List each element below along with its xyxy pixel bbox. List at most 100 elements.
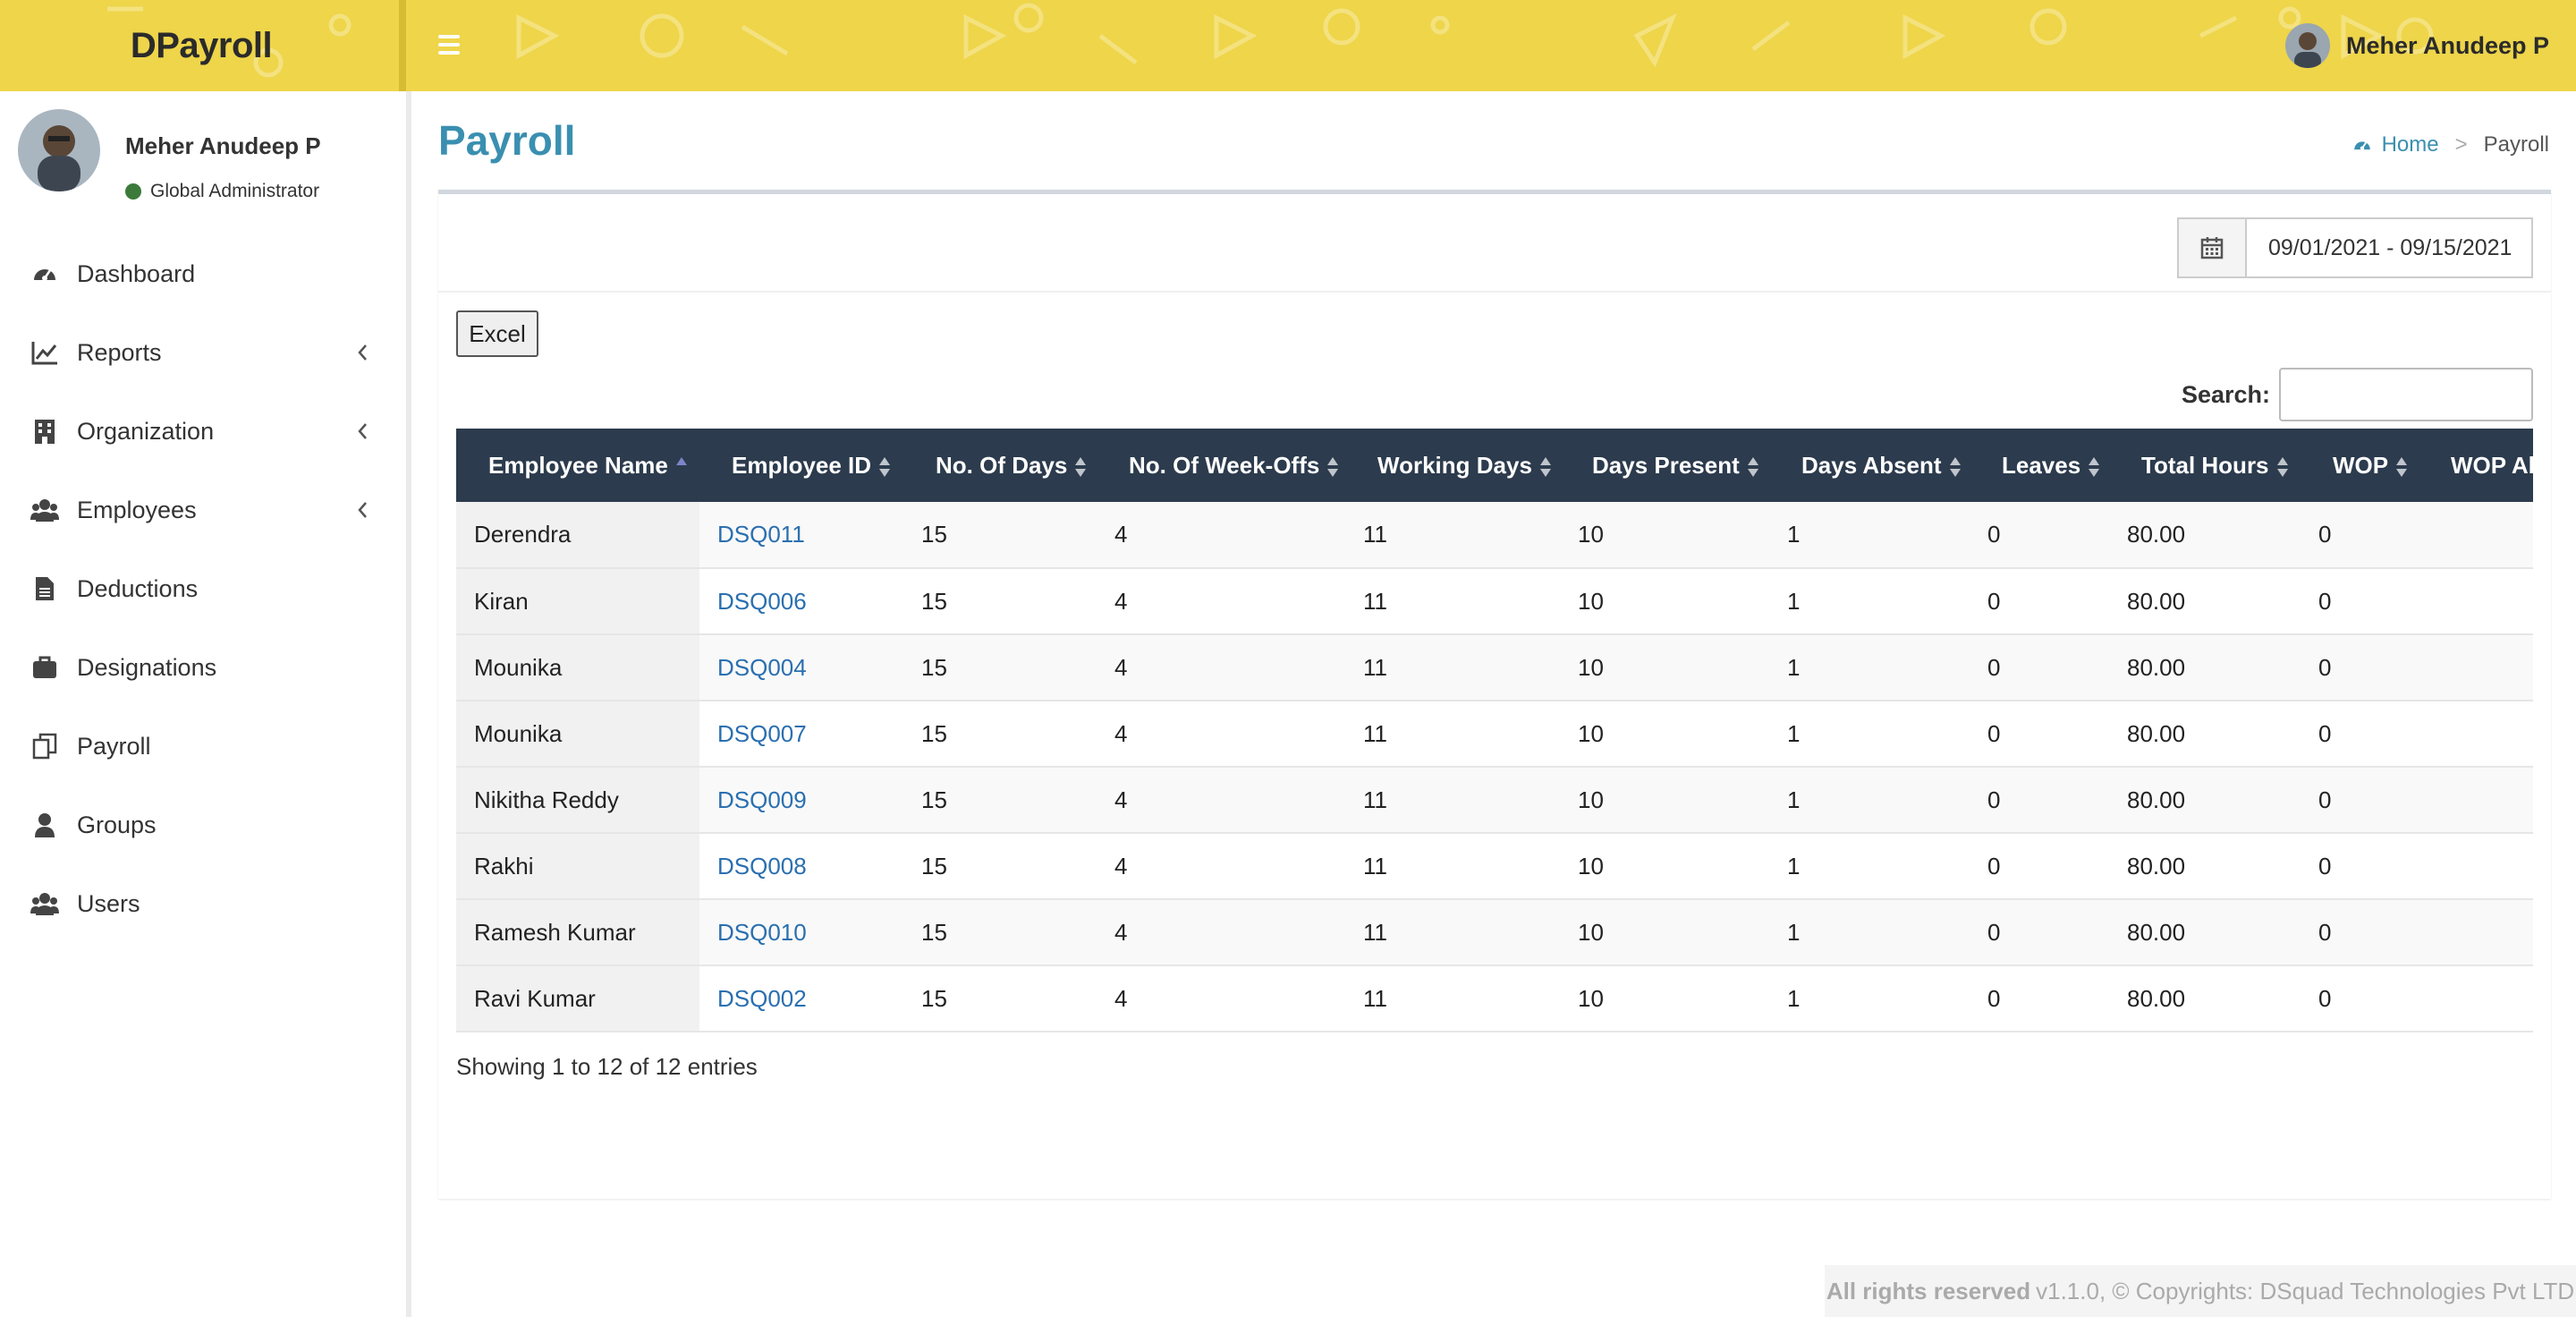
- sidebar-item-designations[interactable]: Designations: [0, 628, 406, 707]
- date-range-input[interactable]: 09/01/2021 - 09/15/2021: [2247, 219, 2531, 276]
- sidebar-item-groups[interactable]: Groups: [0, 786, 406, 864]
- payroll-table-container[interactable]: Employee Name Employee ID No. Of Days No. O…: [456, 429, 2533, 1035]
- excel-export-button[interactable]: Excel: [456, 310, 538, 357]
- brand-logo[interactable]: DPayroll: [0, 0, 402, 91]
- table-cell: DSQ008: [699, 833, 903, 899]
- employee-id-link[interactable]: DSQ006: [717, 588, 807, 615]
- sort-icon: [879, 456, 891, 477]
- table-cell: 80.00: [2127, 786, 2186, 813]
- payroll-table: Employee Name Employee ID No. Of Days No. O…: [456, 429, 2533, 1032]
- table-cell: 15: [921, 918, 947, 946]
- table-cell: Nikitha Reddy: [456, 767, 699, 833]
- employee-id-link[interactable]: DSQ008: [717, 853, 807, 879]
- column-header[interactable]: Leaves: [1970, 429, 2109, 502]
- employee-id-link[interactable]: DSQ010: [717, 919, 807, 946]
- sidebar-item-organization[interactable]: Organization: [0, 392, 406, 471]
- sidebar-item-reports[interactable]: Reports: [0, 313, 406, 392]
- sidebar-item-label: Payroll: [77, 732, 151, 760]
- table-cell: 0: [1987, 786, 2001, 813]
- table-cell: 10: [1578, 918, 1604, 946]
- sort-icon: [1949, 456, 1961, 477]
- employee-id-link[interactable]: DSQ009: [717, 786, 807, 813]
- sidebar-item-label: Reports: [77, 338, 162, 366]
- employee-id-link[interactable]: DSQ004: [717, 654, 807, 681]
- table-row: Nikitha Reddy DSQ009 15 4 11 10 1 0 80.00 0: [456, 767, 2533, 833]
- sidebar-item-label: Users: [77, 889, 140, 917]
- table-cell: 1: [1787, 587, 1801, 615]
- employee-id-link[interactable]: DSQ011: [717, 521, 805, 548]
- table-cell: 4: [1114, 918, 1128, 946]
- column-header[interactable]: WOP Allowance: [2419, 429, 2533, 502]
- footer: All rights reserved v1.1.0, © Copyrights…: [1825, 1265, 2576, 1317]
- table-header-row: Employee Name Employee ID No. Of Days No. O…: [456, 429, 2533, 502]
- sort-icon: [2089, 456, 2100, 477]
- sidebar-item-payroll[interactable]: Payroll: [0, 707, 406, 786]
- sort-icon: [2396, 456, 2408, 477]
- table-cell: [2419, 899, 2533, 965]
- table-cell: 0: [1987, 719, 2001, 747]
- column-header[interactable]: Employee ID: [699, 429, 903, 502]
- table-cell: 15: [921, 719, 947, 747]
- table-cell: 0: [2318, 786, 2332, 813]
- table-cell: 80.00: [2127, 918, 2186, 946]
- column-header[interactable]: No. Of Days: [903, 429, 1097, 502]
- table-cell: 4: [1114, 984, 1128, 1012]
- table-cell: 0: [2318, 852, 2332, 879]
- table-cell: 15: [921, 653, 947, 681]
- sort-icon: [2276, 456, 2288, 477]
- copy-icon: [30, 732, 59, 760]
- breadcrumb: Home > Payroll: [2351, 132, 2549, 157]
- column-header[interactable]: Total Hours: [2109, 429, 2301, 502]
- column-header-label: WOP: [2333, 451, 2389, 479]
- sidebar-item-users[interactable]: Users: [0, 864, 406, 943]
- sidebar-item-deductions[interactable]: Deductions: [0, 549, 406, 628]
- sort-icon: [1747, 456, 1758, 477]
- table-cell: DSQ002: [699, 965, 903, 1032]
- date-range-picker[interactable]: 09/01/2021 - 09/15/2021: [2177, 217, 2533, 278]
- sidebar-item-label: Deductions: [77, 574, 199, 602]
- column-header[interactable]: Days Absent: [1769, 429, 1970, 502]
- search-area: Search:: [2182, 368, 2533, 421]
- table-cell: 15: [921, 984, 947, 1012]
- employee-id-link[interactable]: DSQ002: [717, 985, 807, 1012]
- table-cell: 11: [1363, 984, 1387, 1012]
- column-header[interactable]: WOP: [2301, 429, 2419, 502]
- top-navbar: DPayroll Meher Anudeep P: [0, 0, 2576, 91]
- table-row: Ravi Kumar DSQ002 15 4 11 10 1 0 80.00 0: [456, 965, 2533, 1032]
- table-cell: DSQ007: [699, 701, 903, 767]
- payroll-box: 09/01/2021 - 09/15/2021 Excel Search: Em…: [438, 190, 2551, 1199]
- employee-id-link[interactable]: DSQ007: [717, 720, 807, 747]
- footer-rights: All rights reserved: [1826, 1277, 2031, 1304]
- table-cell: 4: [1114, 587, 1128, 615]
- sidebar-user-name: Meher Anudeep P: [125, 132, 321, 159]
- table-cell: 1: [1787, 918, 1801, 946]
- table-cell: 15: [921, 521, 947, 548]
- user-menu[interactable]: Meher Anudeep P: [2284, 23, 2549, 68]
- sidebar-item-label: Employees: [77, 496, 197, 523]
- calendar-icon[interactable]: [2179, 219, 2247, 276]
- table-cell: 80.00: [2127, 521, 2186, 548]
- sidebar-item-dashboard[interactable]: Dashboard: [0, 234, 406, 313]
- sidebar-toggle-button[interactable]: [435, 30, 463, 61]
- column-header-label: Working Days: [1377, 451, 1532, 479]
- column-header-label: Days Absent: [1801, 451, 1942, 479]
- table-cell: 0: [2318, 719, 2332, 747]
- table-cell: 0: [2318, 984, 2332, 1012]
- table-cell: DSQ004: [699, 634, 903, 701]
- sidebar-item-employees[interactable]: Employees: [0, 471, 406, 549]
- table-cell: 0: [2318, 521, 2332, 548]
- table-cell: 1: [1787, 521, 1801, 548]
- column-header[interactable]: No. Of Week-Offs: [1097, 429, 1345, 502]
- column-header[interactable]: Days Present: [1560, 429, 1769, 502]
- column-header[interactable]: Employee Name: [456, 429, 699, 502]
- search-input[interactable]: [2279, 368, 2533, 421]
- table-cell: Ramesh Kumar: [456, 899, 699, 965]
- table-cell: 0: [1987, 587, 2001, 615]
- table-cell: 4: [1114, 786, 1128, 813]
- column-header[interactable]: Working Days: [1345, 429, 1560, 502]
- avatar: [2284, 23, 2330, 68]
- column-header-label: WOP Allowance: [2451, 451, 2533, 479]
- breadcrumb-home-link[interactable]: Home: [2351, 132, 2439, 157]
- column-header-label: No. Of Week-Offs: [1129, 451, 1320, 479]
- table-row: Mounika DSQ007 15 4 11 10 1 0 80.00 0: [456, 701, 2533, 767]
